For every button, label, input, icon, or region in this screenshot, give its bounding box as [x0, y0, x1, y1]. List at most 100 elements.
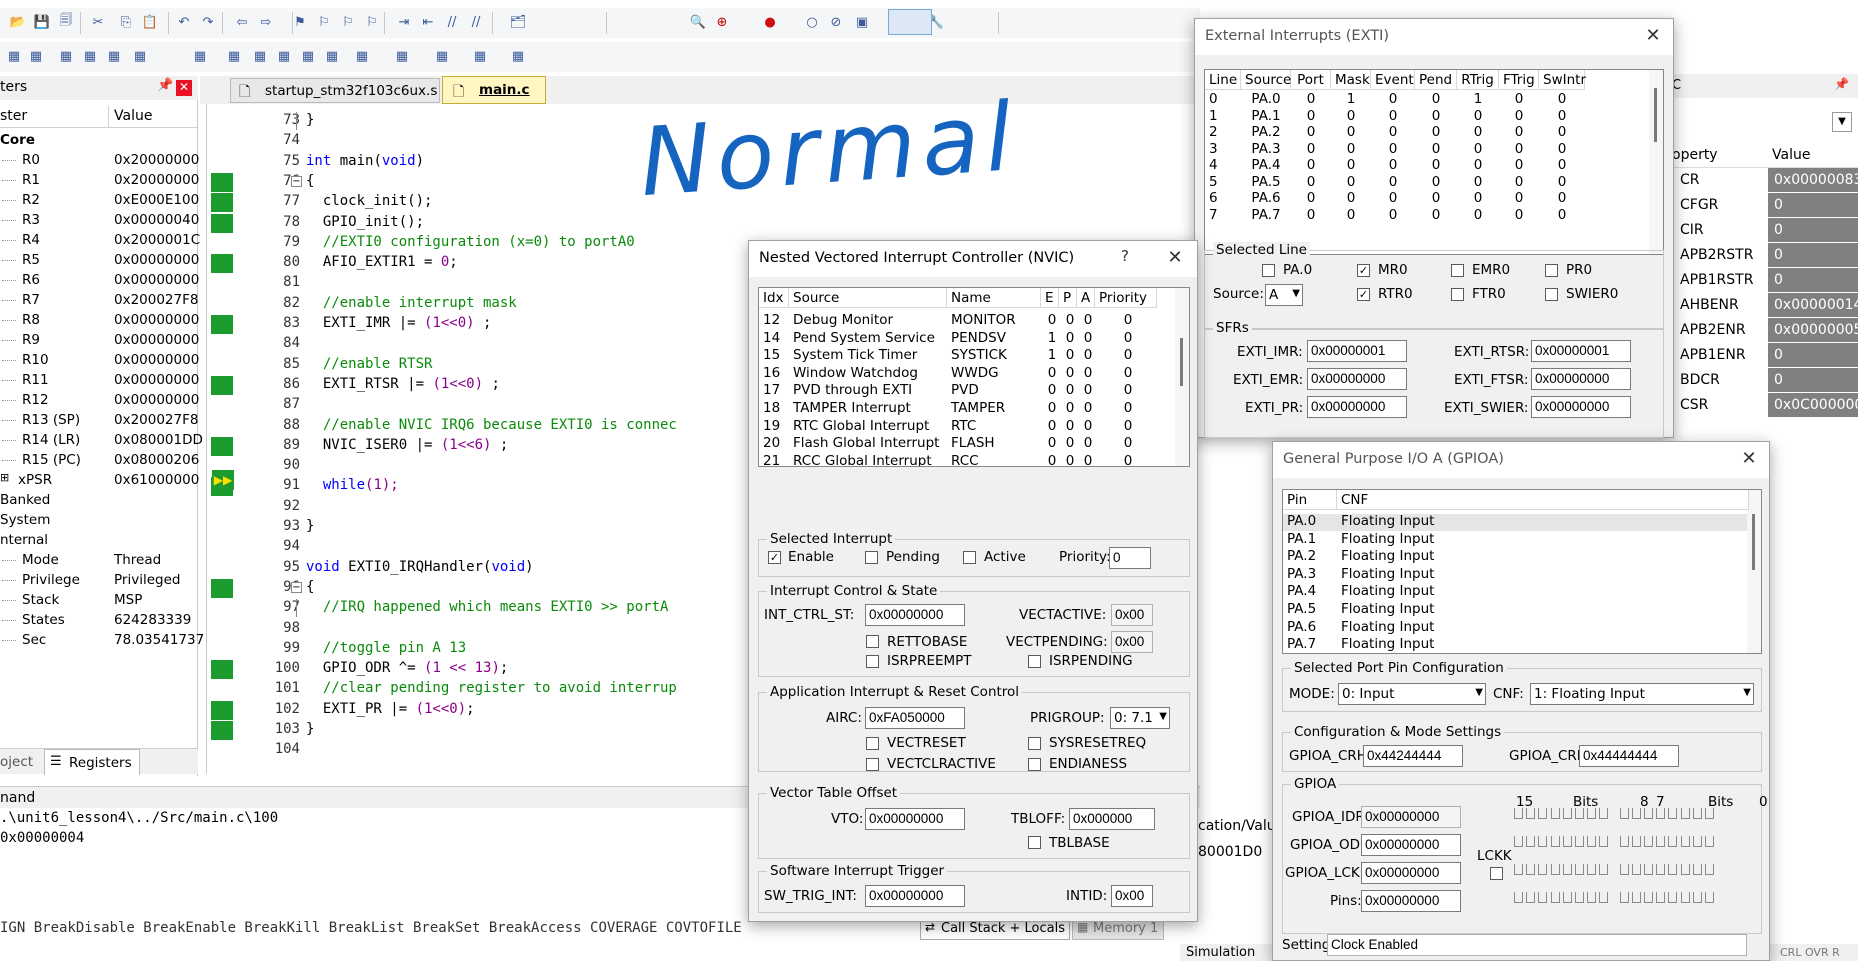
bit-checkbox[interactable]: [1631, 864, 1641, 875]
expand-icon[interactable]: ⊞: [0, 471, 9, 484]
property-row[interactable]: CIR 0: [1672, 218, 1858, 243]
close-icon[interactable]: ✕: [1737, 448, 1761, 472]
crh-field[interactable]: 0x44244444: [1363, 745, 1463, 767]
bit-checkbox[interactable]: [1619, 836, 1629, 847]
exti-column-header[interactable]: Mask: [1331, 70, 1371, 90]
register-row[interactable]: Stack MSP: [0, 590, 196, 610]
register-row[interactable]: R1 0x20000000: [0, 170, 199, 190]
swier0-checkbox[interactable]: [1545, 288, 1558, 301]
comment-icon[interactable]: //: [442, 12, 462, 32]
bit-checkbox[interactable]: [1680, 864, 1690, 875]
bit-checkbox[interactable]: [1550, 864, 1560, 875]
rtr0-checkbox[interactable]: ✓: [1357, 288, 1370, 301]
vectreset-checkbox[interactable]: [866, 737, 879, 750]
col-register[interactable]: ster: [0, 108, 27, 124]
bookmark-next-icon[interactable]: ⚐: [338, 12, 358, 32]
bit-checkbox[interactable]: [1538, 892, 1548, 903]
property-row[interactable]: CFGR 0: [1672, 193, 1858, 218]
active-checkbox[interactable]: [963, 551, 976, 564]
bit-checkbox[interactable]: [1550, 892, 1560, 903]
find-icon[interactable]: 🔍: [688, 12, 708, 32]
exti-pr-field[interactable]: 0x00000000: [1307, 396, 1407, 418]
bit-checkbox[interactable]: [1705, 864, 1714, 875]
bit-checkbox[interactable]: [1619, 864, 1629, 875]
col-value[interactable]: Value: [1772, 147, 1810, 163]
bit-checkbox[interactable]: [1631, 836, 1641, 847]
code-line[interactable]: }: [306, 112, 314, 132]
help-icon[interactable]: ?: [1113, 247, 1137, 271]
airc-field[interactable]: 0xFA050000: [865, 707, 965, 729]
mode-select[interactable]: 0: Input ▼: [1338, 683, 1486, 705]
property-row[interactable]: APB1ENR 0: [1672, 343, 1858, 368]
register-row[interactable]: Core: [0, 130, 196, 150]
exti-column-header[interactable]: FTrig: [1499, 70, 1539, 90]
open-icon[interactable]: 📂: [8, 12, 28, 32]
bit-checkbox[interactable]: [1599, 892, 1609, 903]
nvic-table-row[interactable]: 15 System Tick Timer SYSTICK 1 0 0 0: [759, 347, 1175, 364]
exti-table-row[interactable]: 2 PA.2 0 0 0 0 0 0 0: [1205, 124, 1649, 140]
nvic-table-row[interactable]: 16 Window Watchdog WWDG 0 0 0 0: [759, 365, 1175, 382]
bit-checkbox[interactable]: [1514, 864, 1523, 875]
nvic-column-header[interactable]: E: [1041, 288, 1059, 308]
tab-startup[interactable]: 🗋 startup_stm32f103c6ux.s: [230, 78, 440, 103]
tbloff-field[interactable]: 0x000000: [1069, 808, 1155, 830]
bit-checkbox[interactable]: [1538, 808, 1548, 819]
bit-checkbox[interactable]: [1619, 808, 1629, 819]
register-row[interactable]: R7 0x200027F8: [0, 290, 198, 310]
code-line[interactable]: //enable NVIC IRQ6 because EXTI0 is conn…: [306, 417, 677, 437]
cut-icon[interactable]: ✂: [88, 12, 108, 32]
code-line[interactable]: AFIO_EXTIR1 = 0;: [306, 254, 458, 274]
code-line[interactable]: //toggle pin A 13: [306, 640, 466, 660]
close-icon[interactable]: ✕: [1163, 247, 1187, 271]
trace-icon[interactable]: ▦: [352, 46, 372, 66]
registers-view-icon[interactable]: ▦: [322, 46, 342, 66]
exti-table-row[interactable]: 5 PA.5 0 0 0 0 0 0 0: [1205, 174, 1649, 190]
bit-checkbox[interactable]: [1562, 836, 1572, 847]
bit-checkbox[interactable]: [1656, 892, 1666, 903]
register-row[interactable]: System: [0, 510, 196, 530]
bit-checkbox[interactable]: [1680, 836, 1690, 847]
code-line[interactable]: NVIC_ISER0 |= (1<<6) ;: [306, 437, 508, 457]
bit-checkbox[interactable]: [1587, 892, 1597, 903]
register-row[interactable]: R5 0x00000000: [0, 250, 199, 270]
isrpending-checkbox[interactable]: [1028, 655, 1041, 668]
bit-checkbox[interactable]: [1575, 864, 1584, 875]
register-row[interactable]: R14 (LR) 0x080001DD: [0, 430, 203, 450]
analysis-icon[interactable]: ▦: [432, 46, 452, 66]
exti-emr-field[interactable]: 0x00000000: [1307, 368, 1407, 390]
exti-column-header[interactable]: Line: [1205, 70, 1241, 90]
bit-checkbox[interactable]: [1692, 836, 1702, 847]
exti-swier-field[interactable]: 0x00000000: [1531, 396, 1631, 418]
intid-field[interactable]: 0x00: [1111, 885, 1153, 907]
bit-checkbox[interactable]: [1619, 892, 1629, 903]
save-all-icon[interactable]: 🗐: [56, 12, 76, 32]
code-line[interactable]: GPIO_init();: [306, 214, 424, 234]
pr0-checkbox[interactable]: [1545, 264, 1558, 277]
vectclractive-checkbox[interactable]: [866, 758, 879, 771]
run-icon[interactable]: ▦: [190, 46, 210, 66]
gpio-column-cnf[interactable]: CNF: [1337, 490, 1749, 510]
sysresetreq-checkbox[interactable]: [1028, 737, 1041, 750]
save-icon[interactable]: 💾: [32, 12, 52, 32]
bit-checkbox[interactable]: [1538, 864, 1548, 875]
code-line[interactable]: {: [306, 579, 314, 599]
disasm-icon[interactable]: ▦: [224, 46, 244, 66]
nvic-table-row[interactable]: 20 Flash Global Interrupt FLASH 0 0 0 0: [759, 435, 1175, 452]
unindent-icon[interactable]: ⇤: [418, 12, 438, 32]
bit-checkbox[interactable]: [1526, 808, 1536, 819]
bit-checkbox[interactable]: [1562, 864, 1572, 875]
gpio-column-pin[interactable]: Pin: [1283, 490, 1337, 510]
register-row[interactable]: Banked: [0, 490, 196, 510]
nvic-table-row[interactable]: 19 RTC Global Interrupt RTC 0 0 0 0: [759, 418, 1175, 435]
odr-field[interactable]: 0x00000000: [1361, 834, 1461, 856]
gpio-table-row[interactable]: PA.4 Floating Input: [1283, 583, 1747, 601]
code-line[interactable]: void EXTI0_IRQHandler(void): [306, 559, 534, 579]
property-row[interactable]: BDCR 0: [1672, 368, 1858, 393]
build-icon[interactable]: ▦: [4, 46, 24, 66]
bit-checkbox[interactable]: [1668, 892, 1678, 903]
tab-main[interactable]: 🗋 main.c: [442, 76, 546, 104]
find-in-files-icon[interactable]: 🗂: [508, 12, 528, 32]
bookmark-clear-icon[interactable]: ⚐: [362, 12, 382, 32]
prigroup-select[interactable]: 0: 7.1 ▼: [1110, 707, 1170, 729]
exti-table-row[interactable]: 3 PA.3 0 0 0 0 0 0 0: [1205, 141, 1649, 157]
